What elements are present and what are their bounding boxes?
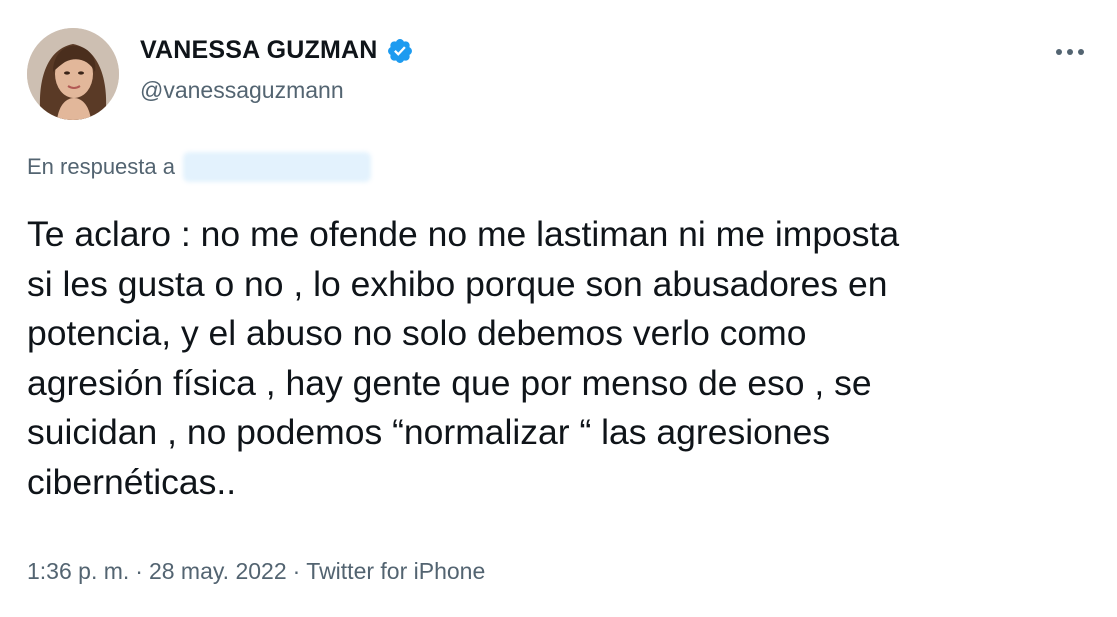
tweet-text: Te aclaro : no me ofende no me lastiman … — [27, 214, 900, 502]
reply-context: En respuesta a — [27, 152, 371, 182]
more-horizontal-icon — [1056, 49, 1084, 55]
meta-separator: · — [292, 558, 301, 584]
author-display-name[interactable]: VANESSA GUZMAN — [140, 36, 378, 65]
more-options-button[interactable] — [1050, 38, 1090, 66]
author-name-row: VANESSA GUZMAN — [140, 36, 414, 65]
tweet-card: VANESSA GUZMAN @vanessaguzmann En respue… — [0, 0, 1117, 617]
tweet-date[interactable]: 28 may. 2022 — [149, 558, 287, 585]
author-avatar[interactable] — [27, 28, 119, 120]
author-handle[interactable]: @vanessaguzmann — [140, 77, 344, 104]
meta-separator: · — [135, 558, 143, 584]
avatar-image — [27, 28, 119, 120]
tweet-time[interactable]: 1:36 p. m. — [27, 558, 129, 585]
reply-label: En respuesta a — [27, 154, 175, 179]
reply-target-handle-redacted[interactable] — [182, 152, 371, 182]
tweet-metadata: 1:36 p. m. · 28 may. 2022 · Twitter for … — [27, 558, 485, 585]
verified-badge-icon — [386, 37, 414, 65]
tweet-source[interactable]: Twitter for iPhone — [306, 558, 485, 585]
